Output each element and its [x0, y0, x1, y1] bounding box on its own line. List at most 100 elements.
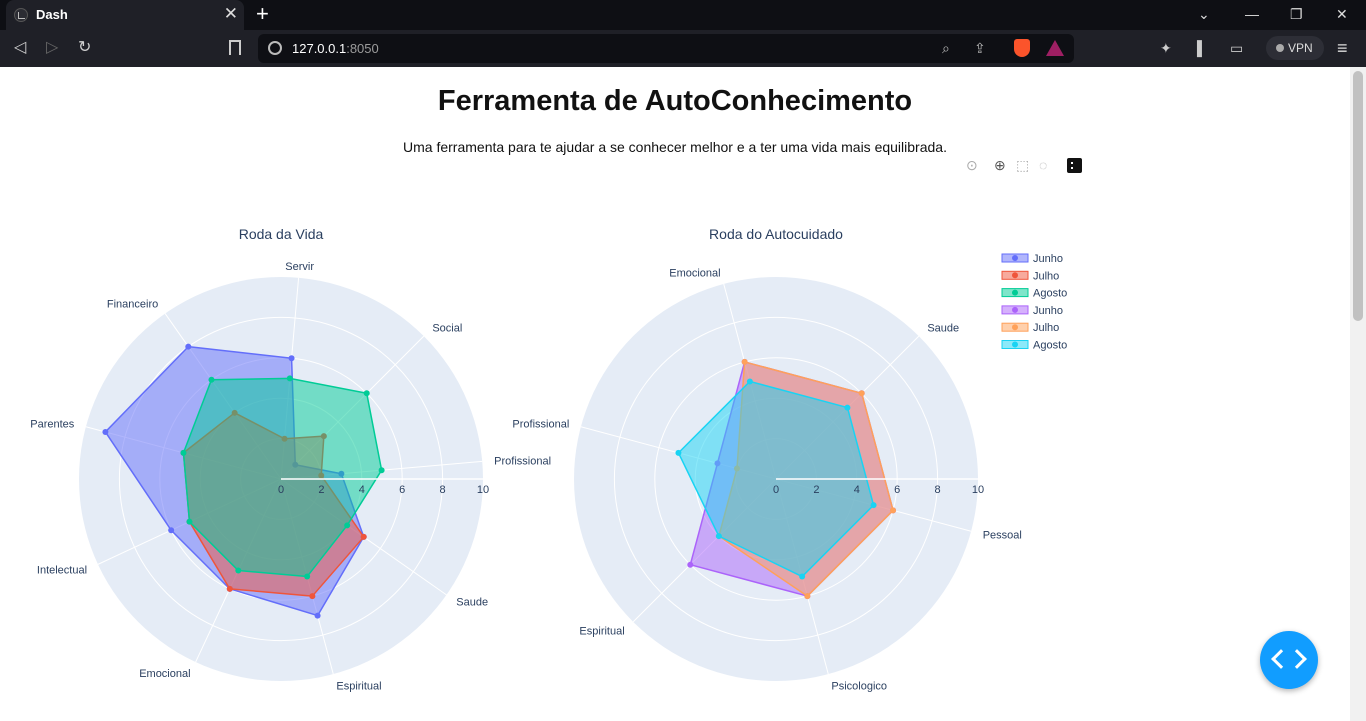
extensions-icon[interactable]: ✦ [1160, 40, 1172, 57]
legend-entry: Julho [1033, 270, 1059, 282]
data-point [288, 355, 295, 362]
menu-icon[interactable]: ≡ [1337, 38, 1348, 59]
tab-list-chevron-icon[interactable]: ⌄ [1198, 4, 1210, 24]
data-point [185, 343, 192, 350]
dash-favicon-icon [14, 8, 28, 22]
minimize-icon[interactable]: — [1245, 4, 1259, 24]
url-text[interactable]: 127.0.0.1:8050 [292, 41, 379, 56]
brave-rewards-icon[interactable] [1046, 40, 1064, 56]
category-label: Servir [285, 261, 314, 273]
legend-entry: Junho [1033, 253, 1063, 265]
category-label: Saude [927, 323, 959, 335]
data-point [286, 375, 293, 382]
browser-tab[interactable]: Dash ✕ [6, 0, 244, 30]
legend-entry: Junho [1033, 305, 1063, 317]
radial-tick-label: 0 [773, 484, 779, 496]
legend-marker [1012, 341, 1018, 348]
browser-toolbar: ◁ ▷ ↻ 127.0.0.1:8050 ⌕ ⇪ ✦ ▐ ▭ VPN ≡ [0, 30, 1366, 67]
data-point [715, 533, 722, 540]
new-tab-icon[interactable]: + [256, 2, 269, 26]
data-point [304, 573, 311, 580]
url-port: :8050 [346, 41, 379, 56]
category-label: Emocional [669, 267, 720, 279]
data-point [858, 390, 865, 397]
polar-charts[interactable]: 0 2 4 6 8 10 Profissional Social Servir Financeir… [0, 67, 1350, 721]
data-point [799, 573, 806, 580]
scrollbar[interactable] [1350, 67, 1366, 721]
radial-tick-label: 2 [318, 484, 324, 496]
data-point [675, 449, 682, 456]
data-point [344, 522, 351, 529]
radial-tick-label: 4 [359, 484, 365, 496]
data-point [746, 378, 753, 385]
restore-icon[interactable]: ❐ [1290, 4, 1303, 24]
address-bar[interactable]: 127.0.0.1:8050 ⌕ ⇪ [258, 34, 1074, 63]
data-point [378, 467, 385, 474]
category-label: Espiritual [336, 681, 381, 693]
vpn-button[interactable]: VPN [1266, 36, 1324, 60]
forward-icon[interactable]: ▷ [46, 38, 58, 58]
data-point [180, 449, 187, 456]
legend-marker [1012, 324, 1018, 331]
data-point [360, 533, 367, 540]
legend-marker [1012, 255, 1018, 261]
scrollbar-thumb[interactable] [1353, 71, 1363, 321]
browser-tab-bar: Dash ✕ + ⌄ — ❐ ✕ [0, 0, 1366, 30]
category-label: Pessoal [983, 529, 1022, 541]
close-window-icon[interactable]: ✕ [1336, 4, 1348, 24]
category-label: Emocional [139, 668, 190, 680]
data-point [844, 404, 851, 411]
category-label: Psicologico [831, 681, 887, 693]
legend-entry: Julho [1033, 322, 1059, 334]
legend-marker [1012, 272, 1018, 279]
share-icon[interactable]: ⇪ [974, 40, 986, 57]
close-tab-icon[interactable]: ✕ [224, 4, 238, 24]
legend-entry: Agosto [1033, 340, 1067, 352]
data-point [168, 527, 175, 534]
radial-tick-label: 4 [854, 484, 860, 496]
radial-tick-label: 2 [813, 484, 819, 496]
data-point [687, 561, 694, 568]
site-info-icon[interactable] [268, 41, 282, 55]
radial-tick-label: 10 [972, 484, 984, 496]
category-label: Parentes [30, 419, 75, 431]
data-point [890, 507, 897, 514]
brave-shields-icon[interactable] [1014, 39, 1030, 57]
data-point [870, 502, 877, 509]
wallet-icon[interactable]: ▭ [1230, 40, 1243, 57]
data-point [804, 593, 811, 600]
category-label: Espiritual [579, 625, 624, 637]
category-label: Saude [456, 597, 488, 609]
data-point [102, 428, 109, 435]
data-point [314, 612, 321, 619]
url-host: 127.0.0.1 [292, 41, 347, 56]
data-point [235, 567, 242, 574]
dash-debug-button[interactable] [1260, 631, 1318, 689]
category-label: Intelectual [37, 564, 87, 576]
data-point [208, 376, 215, 383]
chart-title: Roda do Autocuidado [709, 226, 843, 242]
zoom-page-icon[interactable]: ⌕ [942, 40, 950, 57]
chart-title: Roda da Vida [239, 226, 324, 242]
data-point [309, 593, 316, 600]
category-label: Social [432, 323, 462, 335]
data-point [226, 585, 233, 592]
sidebar-icon[interactable]: ▐ [1192, 40, 1202, 56]
radial-tick-label: 8 [935, 484, 941, 496]
data-point [186, 518, 193, 525]
legend-marker [1012, 306, 1018, 313]
reload-icon[interactable]: ↻ [78, 38, 91, 58]
radial-tick-label: 8 [440, 484, 446, 496]
category-label: Profissional [512, 419, 569, 431]
radial-tick-label: 10 [477, 484, 489, 496]
radial-tick-label: 0 [278, 484, 284, 496]
radial-tick-label: 6 [399, 484, 405, 496]
dash-page: Ferramenta de AutoConhecimento Uma ferra… [0, 67, 1350, 721]
back-icon[interactable]: ◁ [14, 38, 26, 58]
data-point [363, 390, 370, 397]
bookmark-icon[interactable] [229, 40, 241, 55]
category-label: Financeiro [107, 299, 158, 311]
legend-entry: Agosto [1033, 288, 1067, 300]
tab-title: Dash [36, 7, 68, 22]
radial-tick-label: 6 [894, 484, 900, 496]
